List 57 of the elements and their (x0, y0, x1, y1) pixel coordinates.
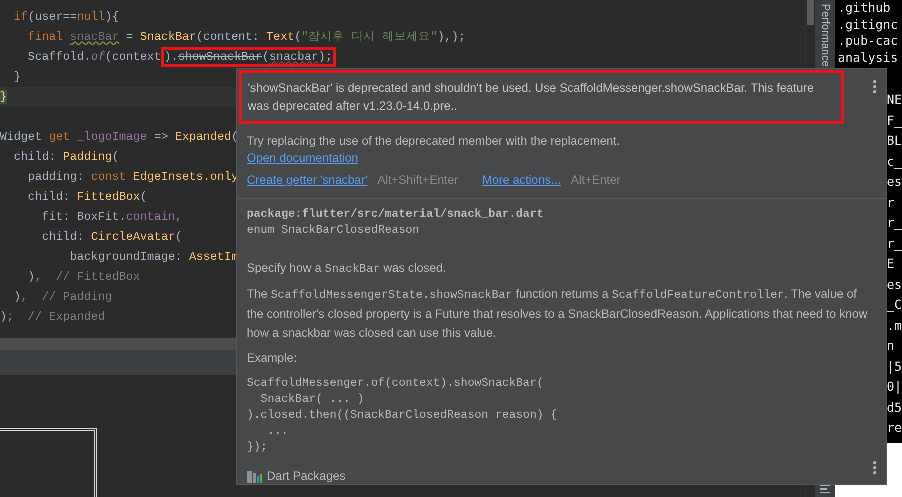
shortcut-text: Alt+Enter (571, 172, 621, 189)
terminal-line: r_ (887, 234, 902, 253)
package-path: package:flutter/src/material/snack_bar.dart (247, 207, 545, 223)
terminal-line: _C (887, 296, 902, 314)
terminal-line: NE (887, 91, 902, 109)
more-options-icon[interactable] (873, 80, 877, 94)
hint-text: Try replacing the use of the deprecated member with the replacement. (246, 133, 622, 150)
terminal-line: |5 (887, 358, 902, 376)
terminal-line: .gitignc (838, 16, 900, 33)
library-icon (247, 469, 263, 483)
terminal-line: r_ (887, 214, 902, 232)
terminal-line: F_ (887, 112, 902, 130)
example-label: Example: (247, 350, 298, 367)
more-options-icon[interactable] (873, 461, 877, 475)
terminal-line: r (887, 194, 896, 212)
terminal-line: re (887, 419, 902, 437)
terminal-line: .pub-cac (838, 33, 900, 50)
code-line: SnackBar( ... ) (260, 392, 366, 408)
enum-signature: enum SnackBarClosedReason (247, 223, 421, 239)
terminal-line: d5 (887, 398, 902, 416)
doc-paragraph: The ScaffoldMessengerState.showSnackBar function returns a ScaffoldFeatureController. The value of the controller's closed property is a Future that resolves to a SnackBarClosedReason. Applications that need to know how a snackbar was closed can use this value. (247, 286, 869, 342)
terminal-line: c_ (887, 152, 902, 171)
code-line: child: Padding( (13, 149, 120, 166)
code-line: }); (247, 440, 269, 456)
terminal-line: .github (838, 0, 892, 16)
action-link[interactable]: More actions... (482, 172, 562, 189)
action-link[interactable]: Create getter 'snacbar' (247, 172, 368, 189)
doc-paragraph: Specify how a SnackBar was closed. (247, 260, 448, 278)
documentation-link[interactable]: Open documentation (247, 151, 358, 165)
code-line: padding: const EdgeInsets.only (27, 169, 238, 186)
terminal-line: .m (887, 316, 902, 334)
terminal-line: E (887, 255, 896, 273)
source-label: Dart Packages (267, 468, 346, 484)
performance-tab[interactable]: Performance (816, 0, 834, 67)
terminal-line: es (887, 173, 902, 191)
code-line: if(user==null){ (13, 9, 120, 26)
code-line: ScaffoldMessenger.of(context).showSnackBar( (247, 376, 545, 392)
code-line: child: FittedBox( (27, 189, 148, 206)
terminal-line: 0| (887, 378, 902, 396)
code-line: ), // FittedBox (27, 269, 140, 286)
code-line: fit: BoxFit.contain, (41, 209, 182, 226)
code-line: ).closed.then((SnackBarClosedReason reason) { (247, 408, 559, 424)
code-line: ... (266, 424, 290, 440)
terminal-line: analysis (838, 50, 900, 66)
code-line: ), // Padding (13, 289, 112, 306)
scrollbar-thumb[interactable] (807, 0, 814, 25)
deprecation-message: 'showSnackBar' is deprecated and shouldn't be used. Use ScaffoldMessenger.showSnackBar. This feature was deprecated after v1.23.0-14.0.pre.. (239, 70, 844, 124)
code-line: } (13, 69, 22, 86)
code-line: final snacBar = SnackBar(content: Text("잠시후 다시 해보세요"),); (27, 29, 466, 46)
list-icon[interactable] (820, 485, 830, 494)
terminal-line: BL (887, 132, 902, 150)
terminal-line: es (887, 276, 902, 294)
shortcut-text: Alt+Shift+Enter (378, 172, 458, 189)
terminal-line: n (887, 337, 896, 355)
code-line: ); // Expanded (0, 309, 106, 326)
code-line: child: CircleAvatar( (41, 229, 182, 246)
code-line: Widget get _logoImage => Expanded( (0, 129, 238, 146)
